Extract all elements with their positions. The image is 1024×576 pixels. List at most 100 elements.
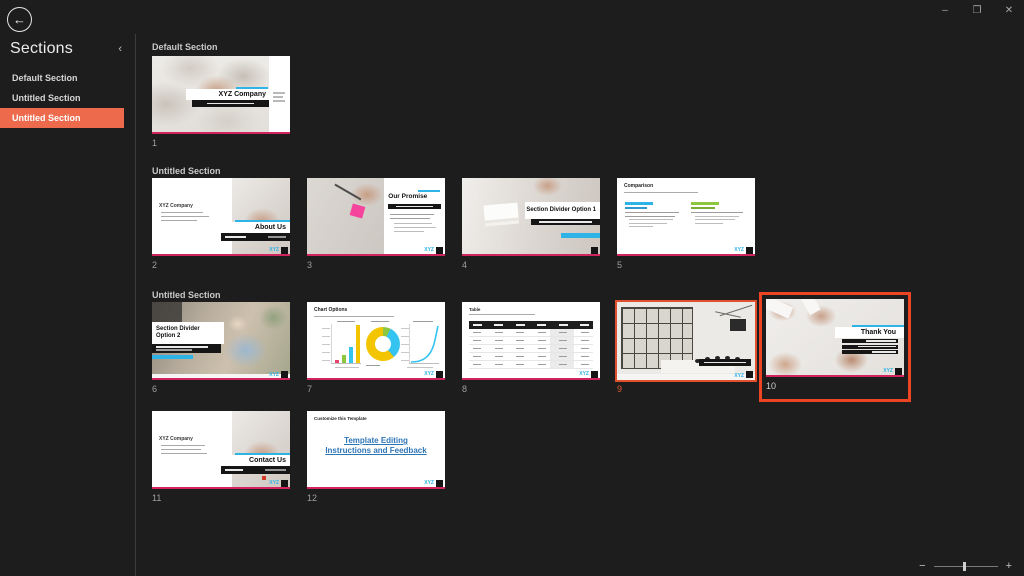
slide-number: 2 bbox=[152, 260, 290, 270]
sidebar-item-default-section[interactable]: Default Section bbox=[0, 68, 125, 88]
slide-title: XYZ Company bbox=[186, 89, 269, 100]
bottom-accent-line bbox=[152, 487, 290, 489]
slide-cell-11: XYZ Company Contact Us XYZ 11 bbox=[152, 411, 290, 503]
xyz-logo: XYZ bbox=[883, 368, 893, 374]
slide-number: 6 bbox=[152, 384, 290, 394]
slide-thumbnail-8[interactable]: Table XYZ bbox=[462, 302, 600, 380]
slide-number: 1 bbox=[152, 138, 290, 148]
slide-cell-7: Chart Options XYZ 7 bbox=[307, 302, 445, 394]
slide-thumbnail-10[interactable]: Thank You XYZ bbox=[766, 299, 904, 377]
slide-number: 3 bbox=[307, 260, 445, 270]
bottom-accent-line bbox=[307, 487, 445, 489]
page-number-box bbox=[591, 247, 598, 254]
slide-cell-5: Comparison XYZ 5 bbox=[617, 178, 755, 270]
window-controls: – ❐ ✕ bbox=[934, 3, 1020, 19]
page-number-box bbox=[436, 247, 443, 254]
clapping-hands-photo bbox=[766, 299, 904, 377]
slide-cell-6: Section Divider Option 2 XYZ 6 bbox=[152, 302, 290, 394]
slide-title: Our Promise bbox=[388, 193, 427, 200]
xyz-logo: XYZ bbox=[269, 480, 279, 486]
slide-title: About Us bbox=[215, 222, 290, 233]
zoom-in-button[interactable]: + bbox=[1006, 560, 1012, 572]
slide-number: 12 bbox=[307, 493, 445, 503]
slide-cell-10-selected: Thank You XYZ 10 bbox=[759, 292, 911, 402]
slide-sorter-view: ← – ❐ ✕ Sections ‹ Default Section Untit… bbox=[0, 0, 1024, 576]
page-number-box bbox=[281, 480, 288, 487]
slide-cell-8: Table XYZ 8 bbox=[462, 302, 600, 394]
company-heading: XYZ Company bbox=[159, 203, 193, 209]
page-number-box bbox=[436, 371, 443, 378]
close-button[interactable]: ✕ bbox=[998, 3, 1020, 19]
slide-title: Section Divider Option 2 bbox=[152, 322, 224, 344]
sticky-note-photo bbox=[307, 178, 384, 254]
zoom-slider-thumb[interactable] bbox=[963, 562, 966, 571]
xyz-logo: XYZ bbox=[579, 371, 589, 377]
slide-thumbnail-9[interactable]: XYZ bbox=[617, 302, 755, 380]
slide-title: Comparison bbox=[624, 183, 653, 189]
bottom-accent-line bbox=[462, 254, 600, 256]
bar-chart bbox=[331, 324, 361, 364]
zoom-out-button[interactable]: − bbox=[919, 560, 925, 572]
section-label-default: Default Section bbox=[152, 42, 218, 52]
slide-thumbnail-12[interactable]: Customize this Template Template Editing… bbox=[307, 411, 445, 489]
sidebar-item-untitled-section-2[interactable]: Untitled Section bbox=[0, 108, 124, 128]
page-number-box bbox=[746, 247, 753, 254]
slide-cell-9: XYZ 9 bbox=[617, 302, 755, 394]
xyz-logo: XYZ bbox=[424, 371, 434, 377]
slide-thumbnail-7[interactable]: Chart Options XYZ bbox=[307, 302, 445, 380]
bottom-accent-line bbox=[307, 378, 445, 380]
restore-button[interactable]: ❐ bbox=[966, 3, 988, 19]
accent-block bbox=[561, 233, 600, 238]
slide-thumbnail-1[interactable]: XYZ Company bbox=[152, 56, 290, 134]
page-number-box bbox=[281, 371, 288, 378]
slide-number: 8 bbox=[462, 384, 600, 394]
accent-block bbox=[152, 355, 193, 359]
sections-sidebar: Sections ‹ Default Section Untitled Sect… bbox=[0, 34, 135, 576]
slide-title: Customize this Template bbox=[314, 416, 367, 421]
template-editing-link[interactable]: Template Editing Instructions and Feedba… bbox=[321, 436, 431, 457]
left-column-accent bbox=[625, 202, 653, 205]
page-number-box bbox=[281, 247, 288, 254]
slide-cell-12: Customize this Template Template Editing… bbox=[307, 411, 445, 503]
conference-room-photo bbox=[617, 302, 755, 380]
slide-title: Section Divider Option 1 bbox=[525, 202, 600, 219]
slide-title: Chart Options bbox=[314, 307, 347, 313]
tv-screen-shape bbox=[730, 319, 746, 331]
slide-thumbnail-6[interactable]: Section Divider Option 2 XYZ bbox=[152, 302, 290, 380]
slide-thumbnail-5[interactable]: Comparison XYZ bbox=[617, 178, 755, 256]
slide-cell-2: XYZ Company About Us XYZ 2 bbox=[152, 178, 290, 270]
slide-thumbnail-4[interactable]: Section Divider Option 1 bbox=[462, 178, 600, 256]
slide-cell-1: XYZ Company 1 bbox=[152, 56, 290, 148]
xyz-logo: XYZ bbox=[734, 247, 744, 253]
zoom-slider-track[interactable] bbox=[934, 566, 998, 567]
sidebar-item-untitled-section-1[interactable]: Untitled Section bbox=[0, 88, 125, 108]
minimize-button[interactable]: – bbox=[934, 3, 956, 19]
text-panel: Our Promise bbox=[384, 178, 445, 254]
bottom-accent-line bbox=[307, 254, 445, 256]
slide-number: 5 bbox=[617, 260, 755, 270]
slide-number: 7 bbox=[307, 384, 445, 394]
side-panel bbox=[269, 56, 290, 132]
slide-title: Contact Us bbox=[215, 455, 290, 466]
slide-title: Table bbox=[469, 307, 480, 312]
slide-cell-4: Section Divider Option 1 4 bbox=[462, 178, 600, 270]
section-label-untitled-2: Untitled Section bbox=[152, 290, 221, 300]
paper-stack-shape bbox=[483, 203, 518, 221]
slide-thumbnail-11[interactable]: XYZ Company Contact Us XYZ bbox=[152, 411, 290, 489]
xyz-logo: XYZ bbox=[424, 247, 434, 253]
slide-number: 10 bbox=[766, 381, 904, 391]
slide-number: 11 bbox=[152, 493, 290, 503]
hand-photo bbox=[232, 178, 290, 254]
xyz-logo: XYZ bbox=[269, 247, 279, 253]
line-chart bbox=[409, 324, 439, 364]
page-number-box bbox=[895, 368, 902, 375]
slide-thumbnail-2[interactable]: XYZ Company About Us XYZ bbox=[152, 178, 290, 256]
collapse-sidebar-icon[interactable]: ‹ bbox=[115, 43, 125, 55]
bottom-accent-line bbox=[617, 254, 755, 256]
sidebar-divider bbox=[135, 34, 136, 576]
back-button[interactable]: ← bbox=[7, 7, 32, 32]
bottom-accent-line bbox=[462, 378, 600, 380]
slide-thumbnail-3[interactable]: Our Promise XYZ bbox=[307, 178, 445, 256]
back-arrow-icon: ← bbox=[13, 12, 26, 27]
slide-title: Thank You bbox=[835, 327, 904, 338]
